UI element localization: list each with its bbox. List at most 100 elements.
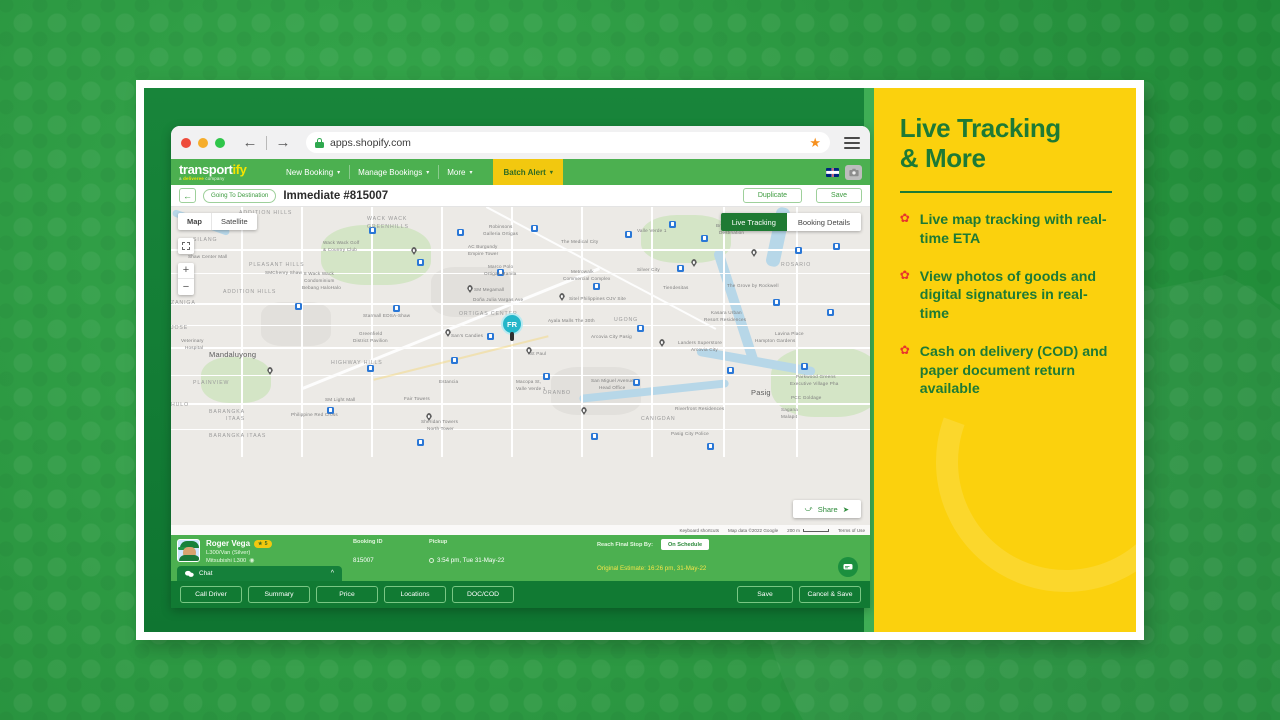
map-label: SILANG <box>193 237 218 243</box>
map-label: Wack Wack Golf <box>323 240 360 245</box>
logo-main-text: transport <box>179 161 233 177</box>
transportify-logo[interactable]: transportify a deliveree company <box>179 163 265 181</box>
map-type-switcher[interactable]: Map Satellite <box>178 213 257 230</box>
call-driver-button[interactable]: Call Driver <box>180 586 242 603</box>
uk-flag-icon[interactable] <box>826 167 839 177</box>
map-label: Veterinary <box>181 338 204 343</box>
col-header-pickup: Pickup <box>429 539 448 545</box>
nav-item-manage-bookings[interactable]: Manage Bookings ▾ <box>349 159 438 185</box>
map-label: Sagana <box>781 407 799 412</box>
map-label: Malapit <box>781 414 798 419</box>
avatar[interactable] <box>177 539 200 562</box>
map-zoom-controls[interactable]: + − <box>178 263 194 295</box>
promo-background-swoosh <box>893 289 1136 632</box>
doc-cod-button[interactable]: DOC/COD <box>452 586 514 603</box>
tab-live-tracking[interactable]: Live Tracking <box>720 213 787 231</box>
nav-item-more[interactable]: More ▾ <box>438 159 481 185</box>
screenshot-stage: ← → apps.shopify.com ★ transportify a de… <box>144 88 874 632</box>
share-label: Share <box>817 504 838 514</box>
back-icon[interactable]: ← <box>239 132 261 154</box>
driver-name: Roger Vega <box>206 539 251 548</box>
map-tab-satellite[interactable]: Satellite <box>211 213 257 230</box>
booking-id-value: 815007 <box>353 557 374 564</box>
map-scale-bar: 200 m <box>787 528 829 533</box>
cancel-and-save-button[interactable]: Cancel & Save <box>799 586 861 603</box>
share-arrow-icon: ⤻ <box>804 504 813 513</box>
price-button[interactable]: Price <box>316 586 378 603</box>
window-controls[interactable] <box>181 137 225 148</box>
map-label: Starmall EDSA-Shaw <box>363 313 411 318</box>
lock-icon <box>315 137 324 148</box>
zoom-in-button[interactable]: + <box>178 263 194 279</box>
map-label: Greenfield <box>359 331 383 336</box>
tab-booking-details[interactable]: Booking Details <box>786 213 861 231</box>
summary-button[interactable]: Summary <box>248 586 310 603</box>
col-header-booking-id: Booking ID <box>353 539 383 545</box>
map-label: HULO <box>171 402 190 408</box>
maximize-window-button[interactable] <box>215 137 225 148</box>
eye-icon[interactable]: ◉ <box>249 557 254 564</box>
map-label: Sheridan Towers <box>421 419 459 424</box>
terms-of-use-link[interactable]: Terms of Use <box>838 528 865 533</box>
driver-rating-badge: ★ 5 <box>254 539 272 548</box>
save-button[interactable]: Save <box>737 586 793 603</box>
logo-accent-text: ify <box>232 161 247 177</box>
chevron-down-icon: ▾ <box>549 169 553 176</box>
chat-tab[interactable]: Chat ^ <box>177 566 342 581</box>
map-view-tabs[interactable]: Live Tracking Booking Details <box>720 213 861 231</box>
map-label: WACK WACK <box>367 216 408 222</box>
map-label: HIGHWAY HILLS <box>331 360 383 366</box>
vehicle-model-row: Mitsubishi L300 ◉ <box>206 557 272 565</box>
slide-card: ← → apps.shopify.com ★ transportify a de… <box>136 80 1144 640</box>
map-attribution: Map data ©2022 Google <box>728 527 779 533</box>
chevron-up-icon[interactable]: ^ <box>331 570 334 577</box>
photo-icon[interactable] <box>845 164 862 180</box>
star-icon: ✿ <box>899 267 910 282</box>
chevron-down-icon: ▾ <box>426 169 430 176</box>
keyboard-shortcuts-link[interactable]: Keyboard shortcuts <box>679 528 719 533</box>
map-label: Commercial Complex <box>563 276 611 281</box>
reach-final-stop-label: Reach Final Stop By: <box>597 541 653 548</box>
map-tab-map[interactable]: Map <box>178 213 211 230</box>
pickup-time: 3:54 pm, Tue 31-May-22 <box>437 557 505 564</box>
map-label: Kasara Urban <box>711 310 742 315</box>
batch-alert-button[interactable]: Batch Alert ▾ <box>493 159 563 185</box>
address-bar[interactable]: apps.shopify.com ★ <box>306 132 830 153</box>
share-arrow-right-icon: ➤ <box>842 504 849 514</box>
star-icon: ★ <box>258 540 263 547</box>
locations-button[interactable]: Locations <box>384 586 446 603</box>
map-label: SM Light Mall <box>325 397 356 402</box>
promo-heading-line2: & More <box>899 142 986 173</box>
live-tracking-map[interactable]: ADDITION HILLS WACK WACK GREENHILLS SILANG W… <box>171 207 870 535</box>
share-button[interactable]: ⤻ Share ➤ <box>792 500 861 518</box>
forward-icon[interactable]: → <box>272 132 294 154</box>
batch-alert-label: Batch Alert <box>503 167 546 177</box>
chevron-down-icon: ▾ <box>337 169 341 176</box>
chevron-down-icon: ▾ <box>469 169 473 176</box>
save-button-header[interactable]: Save <box>816 188 862 203</box>
promo-bullet-text: Cash on delivery (COD) and paper documen… <box>919 343 1108 398</box>
menu-icon[interactable] <box>844 136 860 149</box>
duplicate-button[interactable]: Duplicate <box>742 188 803 203</box>
map-label: Empire Tower <box>468 251 499 256</box>
map-label: UGONG <box>614 317 639 323</box>
close-window-button[interactable] <box>181 137 191 148</box>
fullscreen-icon[interactable] <box>178 238 194 254</box>
zoom-out-button[interactable]: − <box>178 279 194 295</box>
promo-bullet-1: ✿ Live map tracking with real-time ETA <box>900 211 1112 248</box>
back-arrow-icon[interactable]: ← <box>179 188 196 203</box>
map-label: Hampton Gardens <box>755 338 796 343</box>
promo-panel: Live Tracking & More ✿ Live map tracking… <box>873 88 1136 632</box>
vehicle-marker[interactable]: FR <box>501 313 523 341</box>
booking-summary-value-row: 815007 3:54 pm, Tue 31-May-22 Original E… <box>353 557 862 575</box>
nav-item-new-booking[interactable]: New Booking ▾ <box>277 159 349 185</box>
map-label: 8 Wack Wack <box>304 271 334 276</box>
page-title: Immediate #815007 <box>283 189 389 202</box>
chat-fab-button[interactable] <box>838 557 858 577</box>
map-label: St Paul <box>530 351 547 356</box>
minimize-window-button[interactable] <box>198 137 208 148</box>
bookmark-star-icon[interactable]: ★ <box>809 136 821 149</box>
map-label: The Grove by Rockwell <box>727 283 779 288</box>
map-label: Mandaluyong <box>209 350 257 359</box>
map-label: GREENHILLS <box>367 224 409 230</box>
